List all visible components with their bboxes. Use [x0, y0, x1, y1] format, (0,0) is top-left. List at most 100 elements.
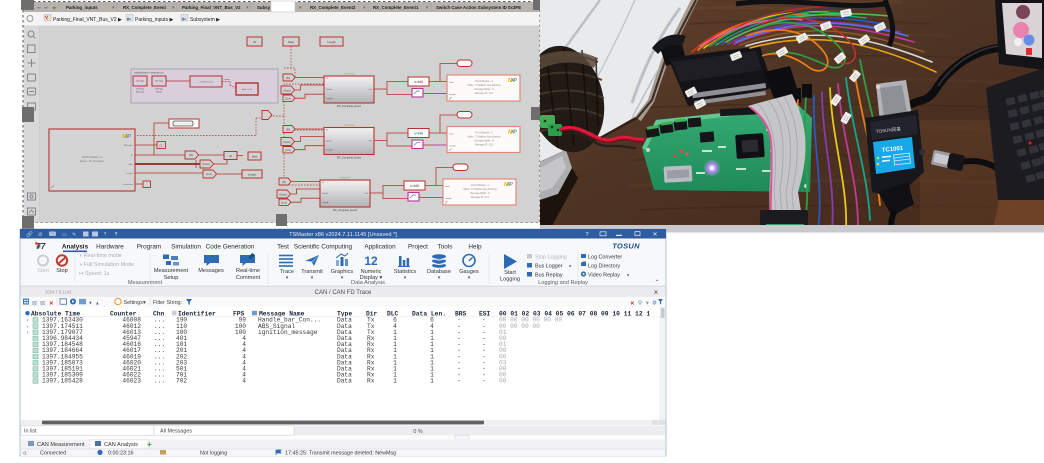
svg-text:17:45:25: Transmit message del: 17:45:25: Transmit message deleted: NewM… [285, 450, 396, 456]
svg-text:Subsystem ▶: Subsystem ▶ [190, 17, 220, 23]
svg-text:12: 12 [364, 254, 378, 268]
svg-text:0 %: 0 % [413, 429, 422, 435]
svg-text:Settings▾: Settings▾ [124, 300, 146, 306]
svg-text:TSMaster x86 v2024.7.11.1145 [: TSMaster x86 v2024.7.11.1145 [Unsaved *] [289, 232, 397, 238]
svg-text:▤: ▤ [40, 301, 45, 307]
svg-text:ID: ID [229, 154, 232, 158]
svg-text:Messages: Messages [198, 268, 224, 274]
svg-text:Log Converter: Log Converter [588, 255, 622, 261]
svg-text:Help: Help [468, 244, 482, 251]
svg-text:▮a: ▮a [182, 17, 186, 21]
svg-text:›: › [26, 324, 29, 330]
svg-text:46023: 46023 [122, 378, 141, 385]
svg-text:⚲: ⚲ [638, 301, 642, 307]
svg-text:RX_Complete_Event: RX_Complete_Event [123, 5, 166, 10]
svg-text:Length: Length [327, 40, 336, 44]
svg-text:×: × [246, 5, 249, 10]
svg-text:◑ Full Simulation Mode: ◑ Full Simulation Mode [79, 262, 134, 268]
svg-text:2024.7.9.1145: 2024.7.9.1145 [45, 290, 72, 295]
svg-text:›: › [26, 330, 29, 336]
svg-text:[Len]: [Len] [206, 172, 212, 176]
svg-text:Rx: Rx [367, 378, 375, 385]
svg-text:MB Index: MB Index [124, 145, 134, 147]
svg-text:Connected: Connected [40, 450, 66, 456]
svg-text:Data: Data [288, 40, 294, 44]
svg-text:ignition_message: ignition_message [258, 329, 318, 336]
svg-text:0:00:23:16: 0:00:23:16 [108, 450, 133, 456]
svg-text:Switch Case Action Subsystem I: Switch Case Action Subsystem ID 0x3FE [436, 5, 521, 10]
svg-text:Start: Start [504, 270, 516, 276]
svg-text:Stop: Stop [56, 268, 68, 274]
svg-text:×: × [299, 5, 302, 10]
svg-text:⇨: ⇨ [44, 5, 48, 10]
svg-text:Start: Start [37, 268, 49, 274]
svg-text:1: 1 [430, 378, 434, 385]
svg-text:▮a: ▮a [127, 17, 131, 21]
svg-text:ID: ID [253, 40, 256, 44]
svg-text:702: 702 [176, 378, 187, 385]
svg-text:Timestamp: Timestamp [122, 183, 134, 186]
svg-text:Analysis: Analysis [62, 244, 89, 251]
svg-text:Simulation: Simulation [171, 244, 201, 251]
svg-text:[Data]: [Data] [203, 162, 210, 166]
svg-text:Test: Test [277, 244, 289, 251]
svg-text:In list: In list [24, 429, 37, 435]
svg-text:✕: ✕ [49, 301, 54, 307]
svg-text:★: ★ [52, 5, 57, 11]
svg-text:Filter String:: Filter String: [153, 300, 182, 306]
svg-text:Data: Data [128, 163, 133, 166]
svg-text:Real-time: Real-time [236, 268, 260, 274]
svg-text:▭: ▭ [62, 232, 67, 238]
svg-text:Project: Project [408, 244, 428, 251]
svg-text:u1 if(u1 <= 0): u1 if(u1 <= 0) [199, 81, 212, 84]
svg-text:Subsy: Subsy [257, 5, 271, 10]
svg-text:Tools: Tools [438, 244, 453, 251]
svg-text:Init Flag: Init Flag [155, 88, 164, 91]
svg-text:Bus Replay: Bus Replay [535, 273, 563, 279]
svg-text:Bus Logger: Bus Logger [535, 264, 563, 270]
svg-text:◖ Real-time mode: ◖ Real-time mode [79, 253, 122, 259]
svg-text:Event : Rx Complete: Event : Rx Complete [80, 159, 104, 163]
svg-text:Not logging: Not logging [200, 450, 227, 456]
svg-text:↦ Speed: 1x: ↦ Speed: 1x [79, 271, 110, 277]
svg-text:▾: ▾ [646, 301, 649, 307]
svg-text:[ID]: [ID] [189, 153, 193, 157]
svg-text:Stop Logging: Stop Logging [535, 255, 567, 261]
svg-text:CAN / CAN FD Trace: CAN / CAN FD Trace [315, 290, 372, 296]
svg-text:⚙: ⚙ [652, 301, 657, 307]
svg-text:-: - [482, 378, 486, 385]
svg-text:×: × [112, 5, 115, 10]
svg-text:✕: ✕ [630, 301, 635, 307]
svg-text:RX_Complete_Event1: RX_Complete_Event1 [373, 5, 419, 10]
svg-text:✎: ✎ [72, 232, 76, 238]
svg-text:Data Analysis: Data Analysis [351, 280, 385, 286]
svg-text:Scientific Computing: Scientific Computing [294, 244, 353, 251]
svg-text:▴: ▴ [96, 301, 99, 307]
svg-text:✕: ✕ [652, 232, 657, 238]
svg-text:›: › [26, 318, 29, 324]
svg-text:TOSUN: TOSUN [612, 242, 640, 251]
svg-text:Measurement: Measurement [154, 268, 189, 274]
svg-text:Length: Length [248, 173, 256, 177]
svg-text:⍺: ⍺ [23, 450, 27, 456]
svg-text:Parking_Final_VNT_Bus_V2 ▶: Parking_Final_VNT_Bus_V2 ▶ [53, 17, 122, 23]
svg-text:Length: Length [126, 172, 133, 175]
svg-text:Logging: Logging [500, 277, 520, 283]
svg-text:Video Replay: Video Replay [588, 273, 620, 279]
svg-text:Data: Data [252, 154, 258, 158]
svg-text:Init_flag: Init_flag [136, 80, 144, 83]
svg-text:...: ... [154, 378, 165, 385]
svg-text:Init_flag: Init_flag [155, 80, 163, 83]
svg-text:1: 1 [393, 378, 397, 385]
svg-text:×: × [172, 5, 175, 10]
svg-text:CAN Measurement: CAN Measurement [37, 442, 85, 448]
svg-text:⇦: ⇦ [36, 5, 41, 10]
svg-text:CAN Analysis: CAN Analysis [104, 442, 138, 448]
svg-text:Hardware: Hardware [96, 244, 124, 251]
svg-text:⊘: ⊘ [38, 232, 43, 238]
svg-text:Parking_Final_VNT_Bus_V2: Parking_Final_VNT_Bus_V2 [182, 5, 241, 10]
svg-text:00: 00 [499, 378, 507, 385]
svg-text:Initialization sequence: Initialization sequence [134, 71, 164, 75]
svg-text:Read: Read [156, 92, 162, 94]
svg-text:-: - [457, 378, 461, 385]
